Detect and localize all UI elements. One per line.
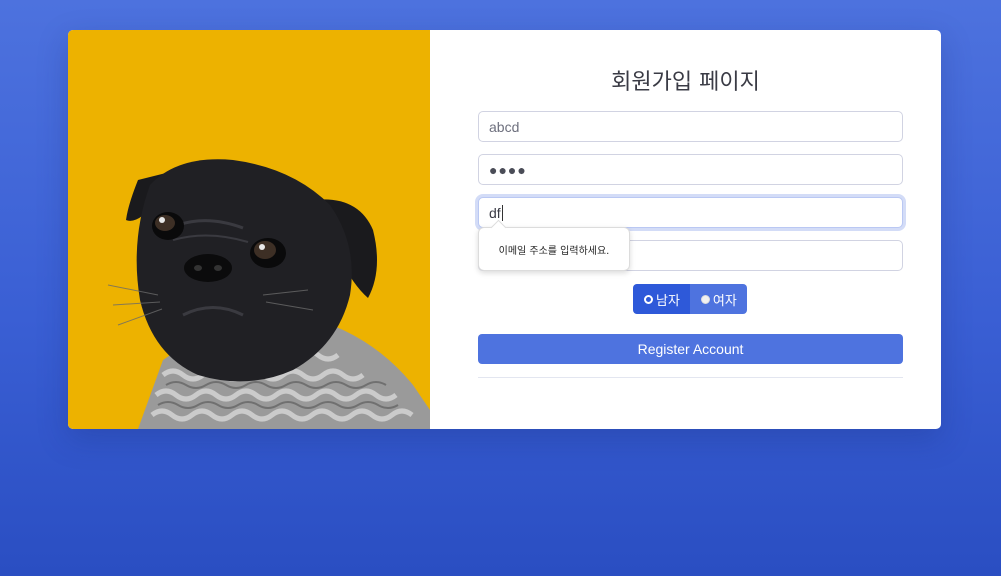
gender-female-label: 여자 [712, 293, 737, 309]
pug-illustration [107, 159, 430, 429]
register-form: 회원가입 페이지 abcd ●●●● df 이메일 주소를 입력하세요. 남자 … [430, 30, 941, 429]
gender-male-label: 남자 [656, 293, 680, 309]
gender-male-option[interactable]: 남자 [633, 284, 690, 314]
validation-tooltip: 이메일 주소를 입력하세요. [478, 227, 630, 271]
email-value: df [489, 204, 501, 221]
password-value: ●●●● [489, 161, 527, 178]
password-field[interactable]: ●●●● [478, 154, 903, 185]
register-card: 회원가입 페이지 abcd ●●●● df 이메일 주소를 입력하세요. 남자 … [68, 30, 941, 429]
pug-photo [68, 30, 430, 429]
register-account-button[interactable]: Register Account [478, 334, 903, 364]
username-value: abcd [489, 118, 520, 135]
page-title: 회원가입 페이지 [611, 70, 760, 95]
gender-female-option[interactable]: 여자 [689, 284, 747, 314]
text-caret [501, 204, 503, 221]
email-field[interactable]: df [478, 197, 903, 228]
divider [478, 377, 903, 378]
validation-message: 이메일 주소를 입력하세요. [498, 245, 610, 257]
username-field[interactable]: abcd [478, 111, 903, 142]
radio-unchecked-icon[interactable] [700, 294, 710, 304]
gender-toggle: 남자 여자 [633, 284, 747, 314]
radio-checked-icon[interactable] [644, 294, 653, 304]
